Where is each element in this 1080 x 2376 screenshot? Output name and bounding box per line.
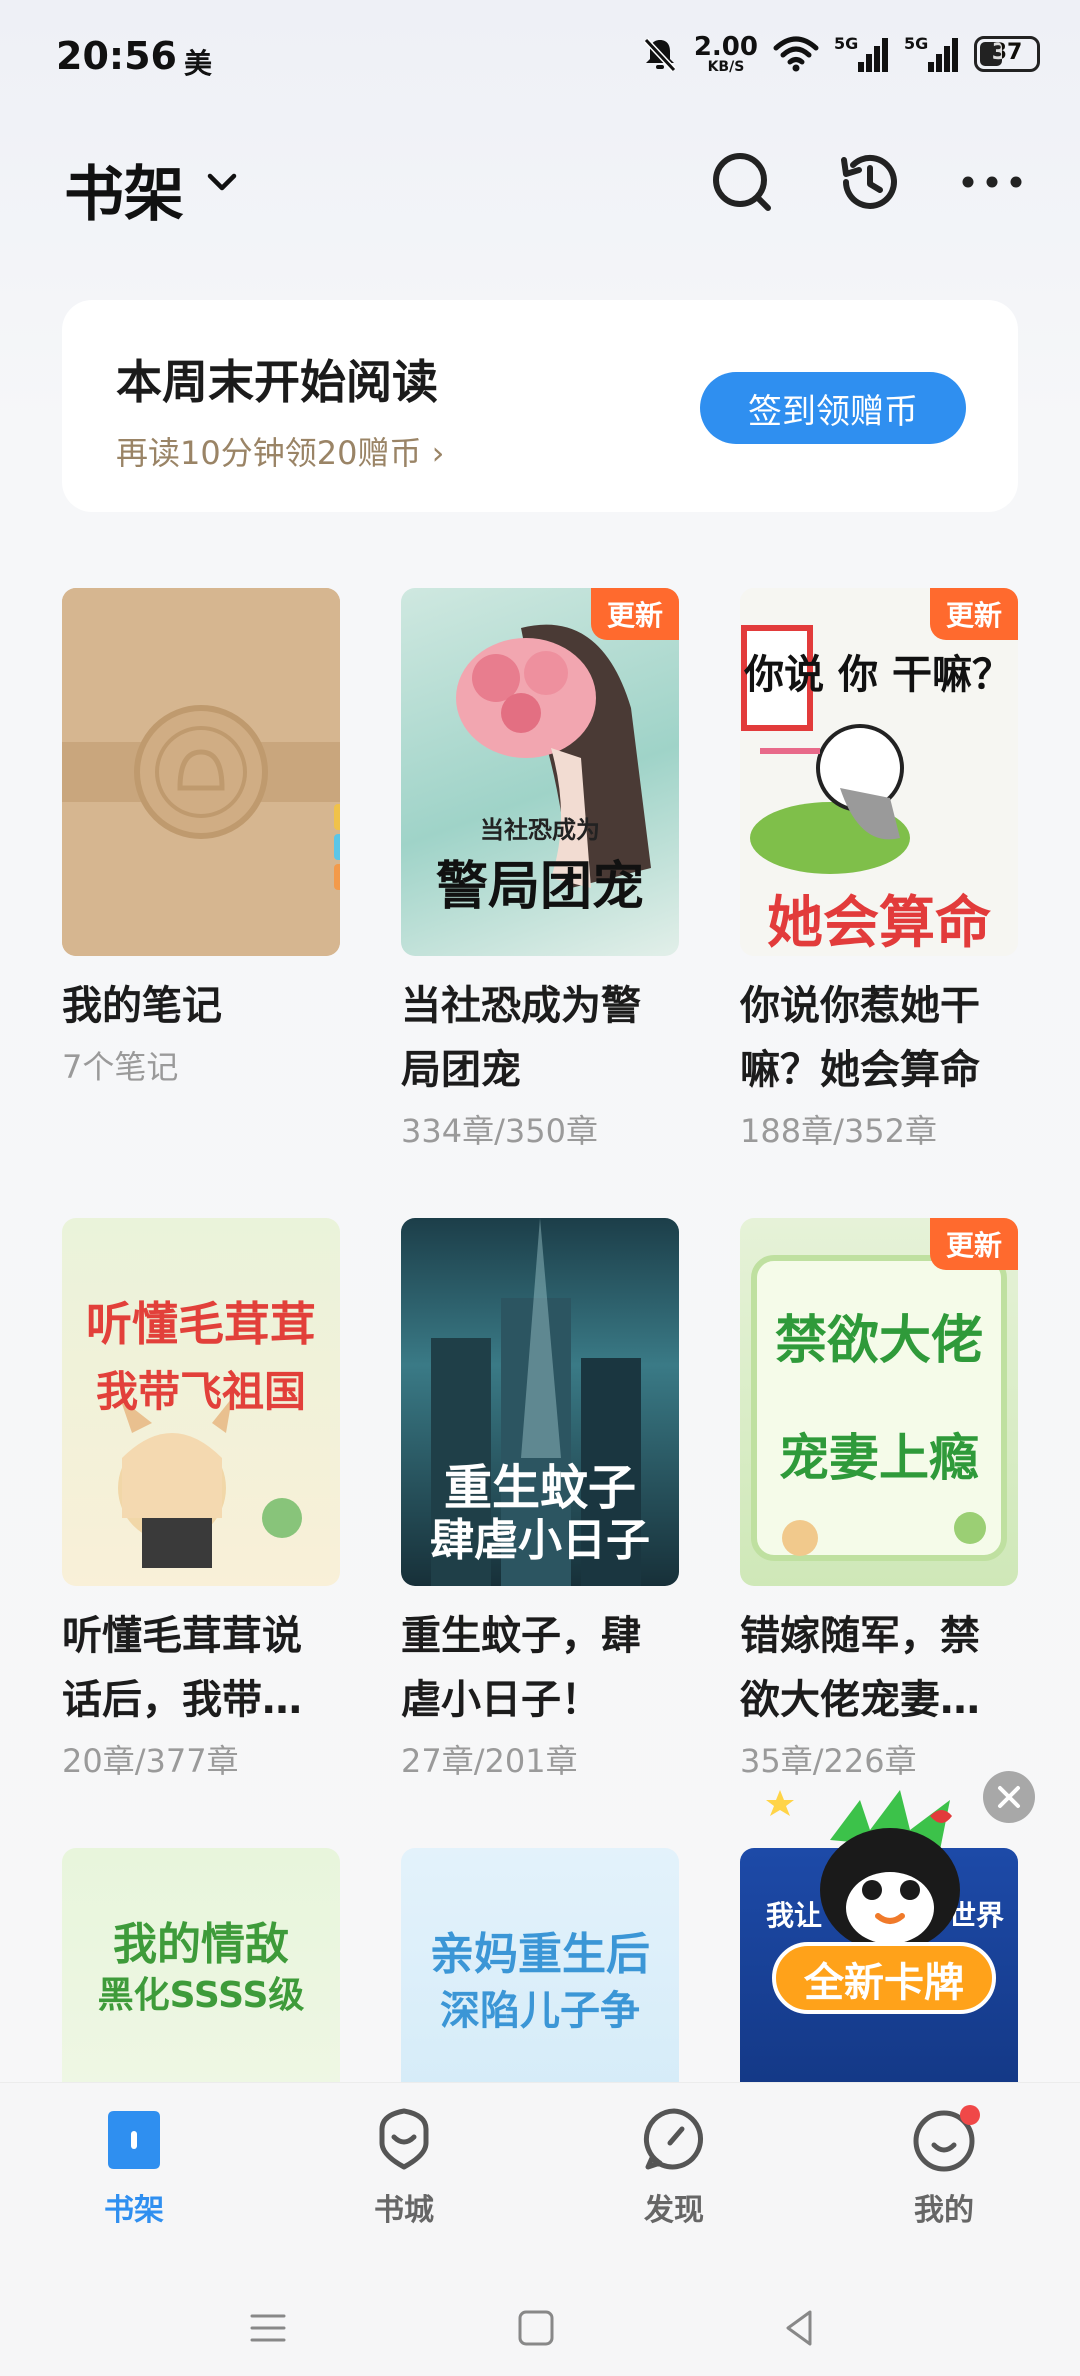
book-title: 你说你惹她干嘛？她会算命 <box>740 983 980 1093</box>
cover-title: 警局团宠 <box>435 857 644 917</box>
nav-label: 发现 <box>644 2193 704 2228</box>
update-badge: 更新 <box>930 588 1018 640</box>
nav-label: 书城 <box>374 2193 434 2228</box>
book-progress: 334章/350章 <box>401 1112 598 1150</box>
status-icons: 2.00 KB/S 5G 5G 37 <box>640 34 1040 74</box>
checkin-title: 本周末开始阅读 <box>116 355 438 409</box>
history-icon[interactable] <box>832 146 904 218</box>
bottom-nav: 书架 书城 发现 我的 <box>0 2082 1080 2272</box>
book-title: 当社恐成为警局团宠 <box>401 983 641 1093</box>
menu-icon[interactable] <box>244 2304 292 2352</box>
cover-subtitle: 当社恐成为 <box>480 816 600 844</box>
home-icon[interactable] <box>512 2304 560 2352</box>
update-badge: 更新 <box>591 588 679 640</box>
book-title: 我的笔记 <box>62 983 222 1029</box>
bookshelf-icon <box>108 2111 160 2169</box>
status-carrier: 美 <box>184 47 213 80</box>
cover-art <box>751 1255 1007 1561</box>
page-title[interactable]: 书架 <box>64 146 184 233</box>
book-title: 错嫁随军，禁欲大佬宠妻上瘾 <box>740 1613 980 1723</box>
back-icon[interactable] <box>776 2304 824 2352</box>
book-cover[interactable]: 重生蚊子 肆虐小日子 <box>401 1218 679 1586</box>
book-item[interactable]: 听懂毛茸茸 我带飞祖国 听懂毛茸茸说话后，我带飞祖国 20章/377章 <box>62 1218 340 1782</box>
cover-subtitle: 黑化SSSS级 <box>97 1975 305 2016</box>
book-item[interactable]: 重生蚊子 肆虐小日子 重生蚊子，肆虐小日子！ 27章/201章 <box>401 1218 679 1782</box>
checkin-subtitle[interactable]: 再读10分钟领20赠币 › <box>116 428 444 474</box>
signal-5g-1: 5G <box>834 34 890 74</box>
nav-label: 书架 <box>104 2193 164 2228</box>
cover-title: 她会算命 <box>767 891 991 956</box>
book-item-notes[interactable]: 我的笔记 7个笔记 <box>62 588 340 1088</box>
signal-bars-icon <box>928 38 958 72</box>
battery-level: 37 <box>991 40 1023 65</box>
search-icon[interactable] <box>706 146 778 218</box>
wifi-icon <box>773 36 819 72</box>
mute-bell-icon <box>643 37 677 73</box>
close-icon[interactable] <box>982 1770 1036 1824</box>
cover-title: 禁欲大佬 <box>774 1311 983 1371</box>
status-bar: 20:56 美 2.00 KB/S 5G 5G 37 <box>0 0 1080 110</box>
cover-subtitle: 我带飞祖国 <box>95 1367 306 1416</box>
cover-subtitle: 肆虐小日子 <box>430 1515 650 1566</box>
book-item[interactable]: 禁欲大佬 宠妻上瘾 更新 错嫁随军，禁欲大佬宠妻上瘾 35章/226章 <box>740 1218 1018 1782</box>
chevron-down-icon[interactable] <box>202 162 242 202</box>
book-progress: 27章/201章 <box>401 1742 578 1780</box>
nav-discover[interactable]: 发现 <box>574 2103 774 2229</box>
checkin-card[interactable]: 本周末开始阅读 再读10分钟领20赠币 › 签到领赠币 <box>62 300 1018 512</box>
bookstore-icon <box>379 2108 429 2170</box>
nav-label: 我的 <box>914 2193 974 2228</box>
book-title: 听懂毛茸茸说话后，我带飞祖国 <box>62 1613 302 1723</box>
battery-icon: 37 <box>974 36 1040 72</box>
net-speed: 2.00 KB/S <box>694 34 758 74</box>
book-cover[interactable]: 禁欲大佬 宠妻上瘾 更新 <box>740 1218 1018 1586</box>
book-cover[interactable]: 听懂毛茸茸 我带飞祖国 <box>62 1218 340 1586</box>
signal-bars-icon <box>858 38 888 72</box>
signal-5g-2: 5G <box>904 34 960 74</box>
status-time: 20:56 <box>56 34 177 78</box>
book-item[interactable]: 当社恐成为 警局团宠 更新 当社恐成为警局团宠 334章/350章 <box>401 588 679 1152</box>
promo-float[interactable]: 全新卡牌 <box>760 1770 1060 2030</box>
cover-title: 我的情敌 <box>113 1919 289 1970</box>
cover-subtitle: 宠妻上瘾 <box>779 1429 979 1487</box>
cover-title: 听懂毛茸茸 <box>86 1297 316 1351</box>
net-speed-value: 2.00 <box>693 32 758 62</box>
nav-bookstore[interactable]: 书城 <box>304 2103 504 2229</box>
profile-icon <box>913 2105 980 2172</box>
book-progress: 7个笔记 <box>62 1048 179 1086</box>
net-speed-unit: KB/S <box>707 59 745 75</box>
update-badge: 更新 <box>930 1218 1018 1270</box>
book-progress: 20章/377章 <box>62 1742 239 1780</box>
system-nav-bar <box>0 2272 1080 2376</box>
promo-label: 全新卡牌 <box>804 1960 964 2006</box>
checkin-button[interactable]: 签到领赠币 <box>700 372 966 444</box>
book-cover[interactable]: 你说 你 干嘛？ 她会算命 更新 <box>740 588 1018 956</box>
book-progress: 188章/352章 <box>740 1112 937 1150</box>
compass-icon <box>643 2108 703 2170</box>
notebook-icon <box>62 588 340 956</box>
more-icon[interactable] <box>956 146 1028 218</box>
notes-cover[interactable] <box>62 588 340 956</box>
cover-title: 亲妈重生后 <box>430 1929 650 1980</box>
book-cover[interactable]: 当社恐成为 警局团宠 更新 <box>401 588 679 956</box>
nav-bookshelf[interactable]: 书架 <box>34 2103 234 2229</box>
book-item[interactable]: 你说 你 干嘛？ 她会算命 更新 你说你惹她干嘛？她会算命 188章/352章 <box>740 588 1018 1152</box>
cover-subtitle: 深陷儿子争 <box>440 1988 640 2034</box>
book-title: 重生蚊子，肆虐小日子！ <box>401 1613 641 1723</box>
cover-top: 你说 你 干嘛？ <box>744 652 1012 698</box>
nav-profile[interactable]: 我的 <box>844 2103 1044 2229</box>
